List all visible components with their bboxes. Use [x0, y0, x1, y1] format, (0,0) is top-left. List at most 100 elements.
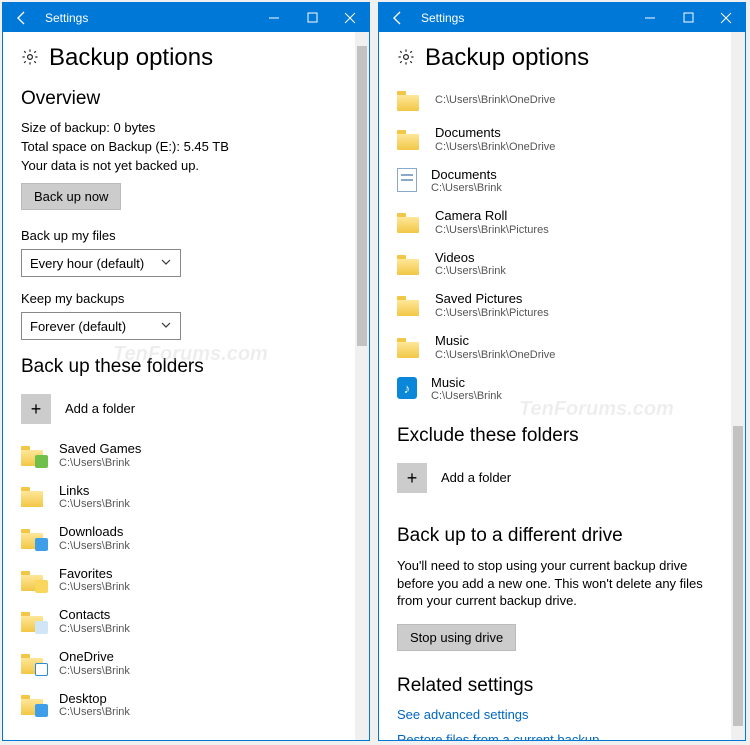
- keep-backups-label: Keep my backups: [21, 291, 337, 306]
- folder-name: Documents: [435, 125, 555, 141]
- folder-icon: [397, 294, 421, 316]
- exclude-folders-heading: Exclude these folders: [397, 425, 713, 447]
- folder-item[interactable]: DownloadsC:\Users\Brink: [21, 517, 337, 559]
- add-exclude-folder-label: Add a folder: [441, 470, 511, 486]
- maximize-button[interactable]: [293, 3, 331, 32]
- related-settings-heading: Related settings: [397, 675, 713, 697]
- folder-path: C:\Users\Brink\OneDrive: [435, 94, 555, 106]
- document-icon: [397, 168, 417, 192]
- folder-item[interactable]: FavoritesC:\Users\Brink: [21, 559, 337, 601]
- folder-icon: [21, 693, 45, 715]
- music-icon: ♪: [397, 377, 417, 399]
- folder-path: C:\Users\Brink: [431, 182, 502, 194]
- folder-icon: [397, 89, 421, 111]
- back-button[interactable]: [379, 3, 417, 32]
- scrollbar[interactable]: [355, 32, 369, 740]
- page-title: Backup options: [49, 44, 213, 72]
- keep-backups-value: Forever (default): [30, 319, 126, 334]
- folder-path: C:\Users\Brink\OneDrive: [435, 349, 555, 361]
- folder-path: C:\Users\Brink: [59, 540, 130, 552]
- page-title: Backup options: [425, 44, 589, 72]
- folder-item[interactable]: Saved PicturesC:\Users\Brink\Pictures: [397, 284, 713, 326]
- folder-path: C:\Users\Brink: [431, 390, 502, 402]
- plus-icon: +: [21, 394, 51, 424]
- gear-icon: [397, 48, 415, 69]
- plus-icon: +: [397, 463, 427, 493]
- stop-using-drive-button[interactable]: Stop using drive: [397, 624, 516, 651]
- scrollbar-thumb[interactable]: [357, 46, 367, 346]
- folder-item[interactable]: C:\Users\Brink\OneDrive: [397, 82, 713, 118]
- folder-icon: [21, 444, 45, 466]
- folder-item[interactable]: MusicC:\Users\Brink\OneDrive: [397, 326, 713, 368]
- folder-item[interactable]: ♪ MusicC:\Users\Brink: [397, 368, 713, 410]
- folder-name: Favorites: [59, 566, 130, 582]
- folder-icon: [397, 211, 421, 233]
- folder-name: Music: [435, 333, 555, 349]
- close-button[interactable]: [707, 3, 745, 32]
- folder-path: C:\Users\Brink: [59, 581, 130, 593]
- folder-item[interactable]: Saved GamesC:\Users\Brink: [21, 434, 337, 476]
- folder-icon: [21, 527, 45, 549]
- backup-frequency-select[interactable]: Every hour (default): [21, 249, 181, 277]
- backup-now-button[interactable]: Back up now: [21, 183, 121, 210]
- folder-item[interactable]: LinksC:\Users\Brink: [21, 476, 337, 518]
- overview-heading: Overview: [21, 88, 337, 110]
- minimize-button[interactable]: [631, 3, 669, 32]
- folder-icon: [397, 253, 421, 275]
- content-area: Backup options C:\Users\Brink\OneDrive Do…: [379, 32, 731, 740]
- folder-item[interactable]: DocumentsC:\Users\Brink\OneDrive: [397, 118, 713, 160]
- folder-icon: [21, 569, 45, 591]
- scrollbar-thumb[interactable]: [733, 426, 743, 726]
- folder-name: Links: [59, 483, 130, 499]
- add-folder-row[interactable]: + Add a folder: [21, 388, 337, 434]
- scrollbar[interactable]: [731, 32, 745, 740]
- folder-icon: [397, 336, 421, 358]
- settings-window-left: Settings Backup options Overview Size of…: [2, 2, 370, 741]
- folder-name: Saved Pictures: [435, 291, 549, 307]
- folder-item[interactable]: DesktopC:\Users\Brink: [21, 684, 337, 726]
- folder-name: Contacts: [59, 607, 130, 623]
- folder-item[interactable]: VideosC:\Users\Brink: [397, 243, 713, 285]
- backup-folder-list: Saved GamesC:\Users\BrinkLinksC:\Users\B…: [21, 434, 337, 725]
- minimize-button[interactable]: [255, 3, 293, 32]
- chevron-down-icon: [160, 319, 172, 334]
- folder-item[interactable]: OneDriveC:\Users\Brink: [21, 642, 337, 684]
- see-advanced-settings-link[interactable]: See advanced settings: [397, 707, 713, 722]
- back-button[interactable]: [3, 3, 41, 32]
- folder-path: C:\Users\Brink: [59, 623, 130, 635]
- folder-item[interactable]: Camera RollC:\Users\Brink\Pictures: [397, 201, 713, 243]
- folder-name: Music: [431, 375, 502, 391]
- folder-name: Downloads: [59, 524, 130, 540]
- gear-icon: [21, 48, 39, 69]
- folder-path: C:\Users\Brink: [59, 498, 130, 510]
- backup-status-text: Your data is not yet backed up.: [21, 158, 337, 173]
- maximize-button[interactable]: [669, 3, 707, 32]
- close-button[interactable]: [331, 3, 369, 32]
- restore-files-link[interactable]: Restore files from a current backup: [397, 732, 713, 740]
- add-exclude-folder-row[interactable]: + Add a folder: [397, 457, 713, 503]
- total-space-text: Total space on Backup (E:): 5.45 TB: [21, 139, 337, 154]
- folder-name: Documents: [431, 167, 502, 183]
- backup-frequency-value: Every hour (default): [30, 256, 144, 271]
- backup-folders-heading: Back up these folders: [21, 356, 337, 378]
- window-title: Settings: [41, 11, 255, 25]
- titlebar: Settings: [379, 3, 745, 32]
- different-drive-text: You'll need to stop using your current b…: [397, 557, 713, 610]
- folder-path: C:\Users\Brink\Pictures: [435, 307, 549, 319]
- folder-icon: [21, 652, 45, 674]
- keep-backups-select[interactable]: Forever (default): [21, 312, 181, 340]
- folder-path: C:\Users\Brink: [435, 265, 506, 277]
- folder-path: C:\Users\Brink: [59, 706, 130, 718]
- chevron-down-icon: [160, 256, 172, 271]
- folder-path: C:\Users\Brink\Pictures: [435, 224, 549, 236]
- folder-name: Desktop: [59, 691, 130, 707]
- folder-name: Videos: [435, 250, 506, 266]
- folder-path: C:\Users\Brink: [59, 457, 141, 469]
- folder-path: C:\Users\Brink: [59, 665, 130, 677]
- folder-item[interactable]: ContactsC:\Users\Brink: [21, 600, 337, 642]
- different-drive-heading: Back up to a different drive: [397, 525, 713, 547]
- settings-window-right: Settings Backup options C:\Users\Brink\O…: [378, 2, 746, 741]
- titlebar: Settings: [3, 3, 369, 32]
- backup-folder-list-continued: C:\Users\Brink\OneDriveDocumentsC:\Users…: [397, 82, 713, 409]
- folder-item[interactable]: DocumentsC:\Users\Brink: [397, 160, 713, 202]
